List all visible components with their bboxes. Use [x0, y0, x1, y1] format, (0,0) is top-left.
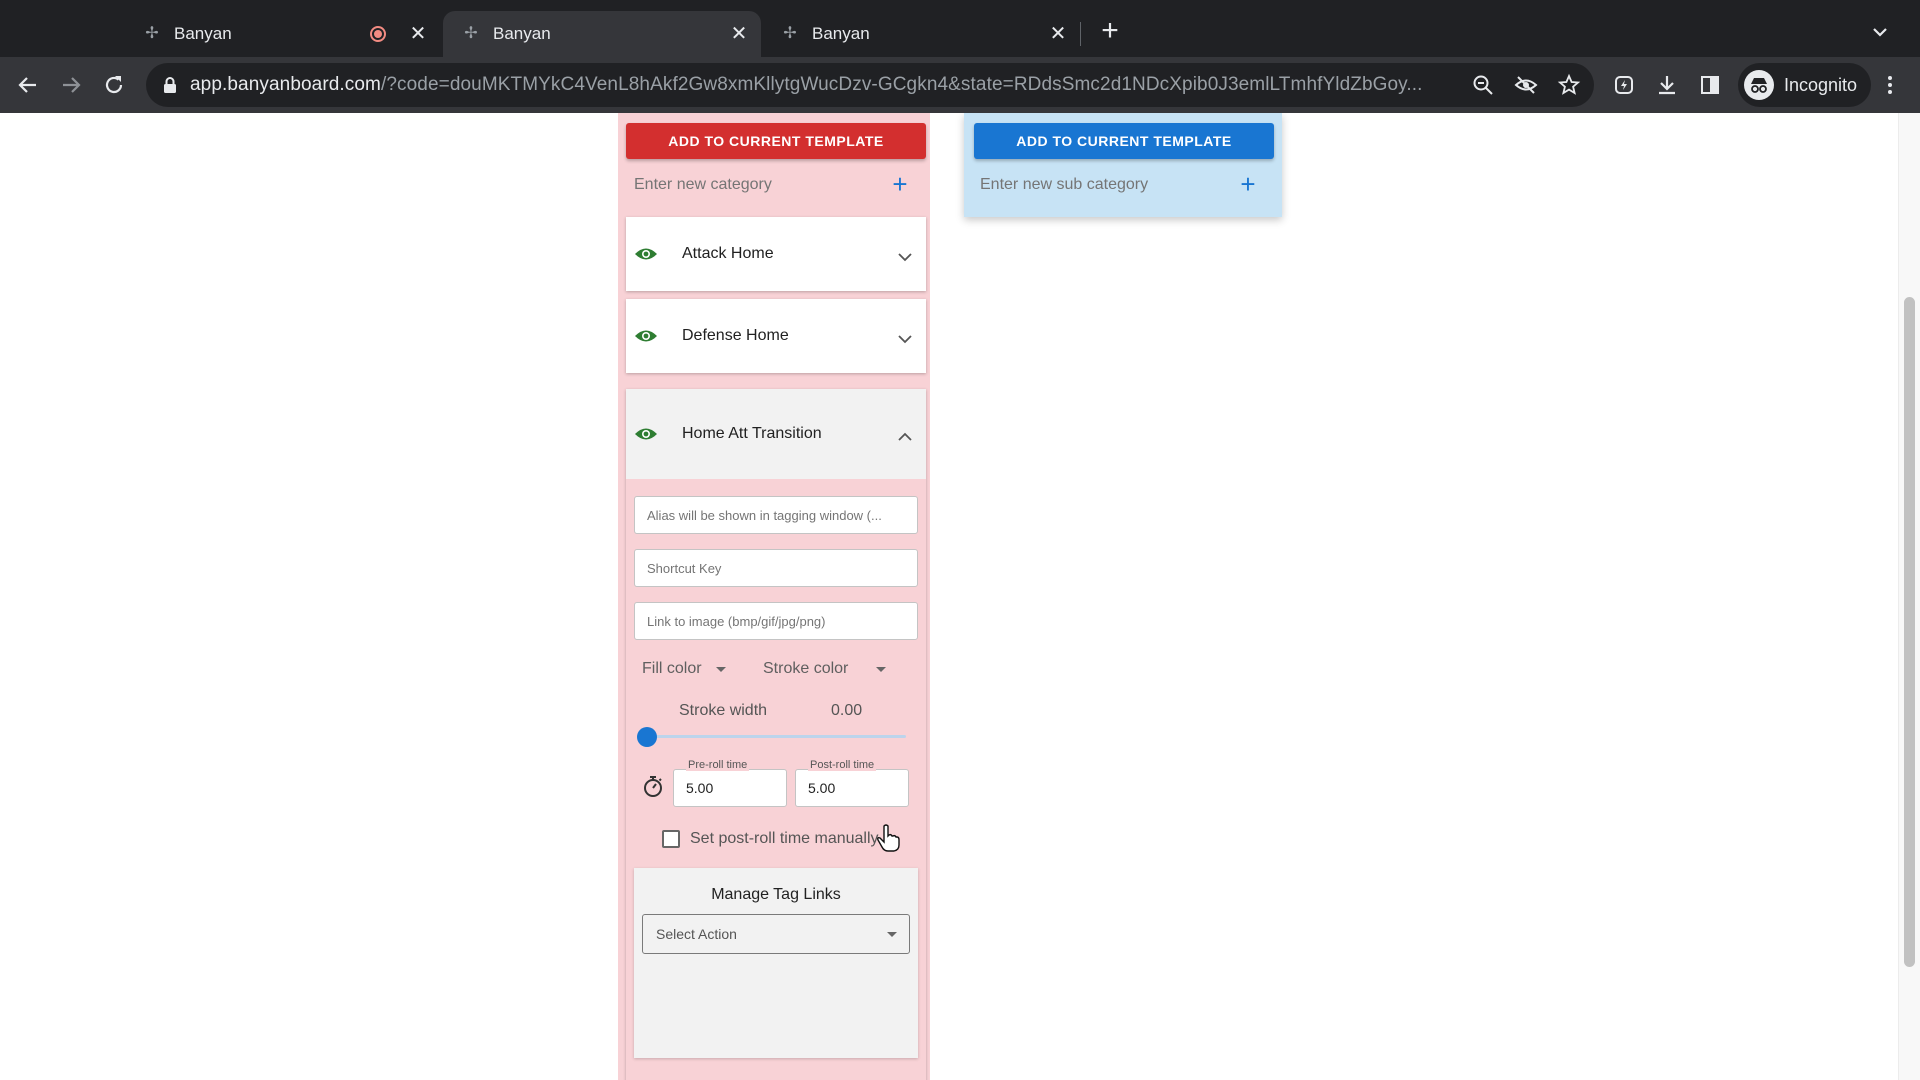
add-subcategory-to-template-button[interactable]: ADD TO CURRENT TEMPLATE	[974, 123, 1274, 159]
forward-button[interactable]	[55, 69, 87, 101]
new-subcategory-input[interactable]	[980, 173, 1150, 197]
url-path: /?code=douMKTMYkC4VenL8hAkf2Gw8xmKllytgW…	[380, 74, 1423, 95]
chevron-down-icon[interactable]	[898, 249, 912, 262]
pre-roll-time-field[interactable]: Pre-roll time 5.00	[673, 759, 787, 807]
side-panel-icon[interactable]	[1694, 69, 1726, 101]
manage-tag-links-section: Manage Tag Links Select Action	[634, 868, 918, 1058]
new-tab-button[interactable]: +	[1096, 16, 1124, 46]
tab-title: Banyan	[812, 24, 870, 43]
select-action-dropdown[interactable]: Select Action	[642, 914, 910, 954]
stroke-width-label: Stroke width	[679, 702, 768, 719]
recording-indicator-icon	[370, 26, 386, 42]
stopwatch-icon	[642, 774, 664, 798]
bookmark-star-icon[interactable]	[1557, 73, 1581, 97]
close-tab-icon[interactable]: ✕	[1046, 22, 1070, 46]
eye-icon[interactable]	[634, 328, 658, 344]
caret-down-icon	[715, 666, 726, 672]
fill-color-select[interactable]: Fill color	[642, 660, 726, 678]
manual-post-roll-checkbox[interactable]	[662, 830, 680, 848]
reload-button[interactable]	[98, 69, 130, 101]
pre-roll-time-value: 5.00	[686, 780, 714, 796]
image-link-input[interactable]	[634, 602, 918, 640]
close-tab-icon[interactable]: ✕	[727, 22, 751, 46]
eye-icon[interactable]	[634, 426, 658, 442]
banyan-favicon-icon: ✢	[145, 25, 159, 42]
browser-tab-3[interactable]: ✢ Banyan ✕	[762, 11, 1080, 57]
select-action-label: Select Action	[656, 926, 737, 942]
category-name: Home Att Transition	[682, 425, 822, 442]
category-card-attack-home: Attack Home	[626, 217, 926, 291]
stroke-width-slider-track[interactable]	[644, 735, 906, 738]
post-roll-time-field[interactable]: Post-roll time 5.00	[795, 759, 909, 807]
add-category-plus-icon[interactable]: +	[886, 170, 914, 198]
address-bar[interactable]: app.banyanboard.com/?code=douMKTMYkC4Ven…	[146, 63, 1594, 107]
post-roll-time-label: Post-roll time	[808, 759, 877, 771]
lock-icon[interactable]	[162, 76, 178, 94]
chevron-up-icon[interactable]	[898, 429, 912, 441]
subcategory-panel: ADD TO CURRENT TEMPLATE +	[964, 113, 1282, 217]
tab-title: Banyan	[493, 24, 551, 43]
category-header[interactable]: Defense Home	[626, 299, 926, 373]
page-scrollbar[interactable]	[1898, 113, 1920, 1080]
tab-search-chevron-icon[interactable]	[1866, 18, 1894, 46]
url-text[interactable]: app.banyanboard.com/?code=douMKTMYkC4Ven…	[190, 74, 1490, 96]
post-roll-time-value: 5.00	[808, 780, 836, 796]
zoom-icon[interactable]	[1471, 73, 1495, 97]
url-host: app.banyanboard.com	[190, 74, 381, 95]
category-header[interactable]: Home Att Transition	[626, 389, 926, 479]
close-tab-icon[interactable]: ✕	[406, 22, 430, 46]
shortcut-key-input[interactable]	[634, 549, 918, 587]
caret-down-icon	[887, 932, 897, 937]
browser-tab-2[interactable]: ✢ Banyan ✕	[443, 11, 761, 57]
category-card-defense-home: Defense Home	[626, 299, 926, 373]
browser-tabstrip: ✢ Banyan ✕ ✢ Banyan ✕ ✢ Banyan ✕ +	[0, 0, 1920, 57]
tab-title: Banyan	[174, 24, 232, 43]
back-button[interactable]	[12, 69, 44, 101]
browser-toolbar: app.banyanboard.com/?code=douMKTMYkC4Ven…	[0, 57, 1920, 113]
hand-pointer-cursor-icon	[876, 824, 900, 852]
banyan-favicon-icon: ✢	[464, 25, 478, 42]
browser-menu-icon[interactable]	[1874, 69, 1906, 101]
stroke-color-select[interactable]: Stroke color	[763, 660, 887, 678]
category-panel: ADD TO CURRENT TEMPLATE + Attack Home De	[618, 113, 930, 1080]
fill-color-label: Fill color	[642, 660, 702, 677]
manage-tag-links-title: Manage Tag Links	[711, 886, 841, 903]
scrollbar-thumb[interactable]	[1904, 297, 1915, 967]
category-name: Attack Home	[682, 245, 774, 262]
category-card-home-att-transition: Home Att Transition Fill color Stroke co…	[626, 389, 926, 1080]
page-content: ADD TO CURRENT TEMPLATE + Attack Home De	[0, 113, 1920, 1080]
caret-down-icon	[876, 666, 887, 672]
category-header[interactable]: Attack Home	[626, 217, 926, 291]
extension-icon[interactable]	[1608, 69, 1640, 101]
eye-icon[interactable]	[634, 246, 658, 262]
alias-input[interactable]	[634, 496, 918, 534]
browser-tab-1[interactable]: ✢ Banyan ✕	[124, 11, 440, 57]
manual-post-roll-label: Set post-roll time manually	[690, 830, 879, 847]
add-subcategory-plus-icon[interactable]: +	[1234, 170, 1262, 198]
new-category-input[interactable]	[634, 173, 874, 197]
incognito-icon	[1744, 70, 1774, 100]
stroke-width-slider-thumb[interactable]	[637, 727, 657, 747]
incognito-label: Incognito	[1784, 74, 1858, 95]
pre-roll-time-label: Pre-roll time	[686, 759, 750, 771]
banyan-favicon-icon: ✢	[783, 25, 797, 42]
add-category-to-template-button[interactable]: ADD TO CURRENT TEMPLATE	[626, 123, 926, 159]
stroke-color-label: Stroke color	[763, 660, 849, 677]
incognito-profile-button[interactable]: Incognito	[1738, 63, 1872, 107]
tracking-protection-eye-off-icon[interactable]	[1514, 73, 1538, 97]
stroke-width-value: 0.00	[831, 702, 863, 719]
download-icon[interactable]	[1651, 69, 1683, 101]
chevron-down-icon[interactable]	[898, 331, 912, 344]
category-name: Defense Home	[682, 327, 789, 344]
tab-separator	[1080, 22, 1081, 46]
